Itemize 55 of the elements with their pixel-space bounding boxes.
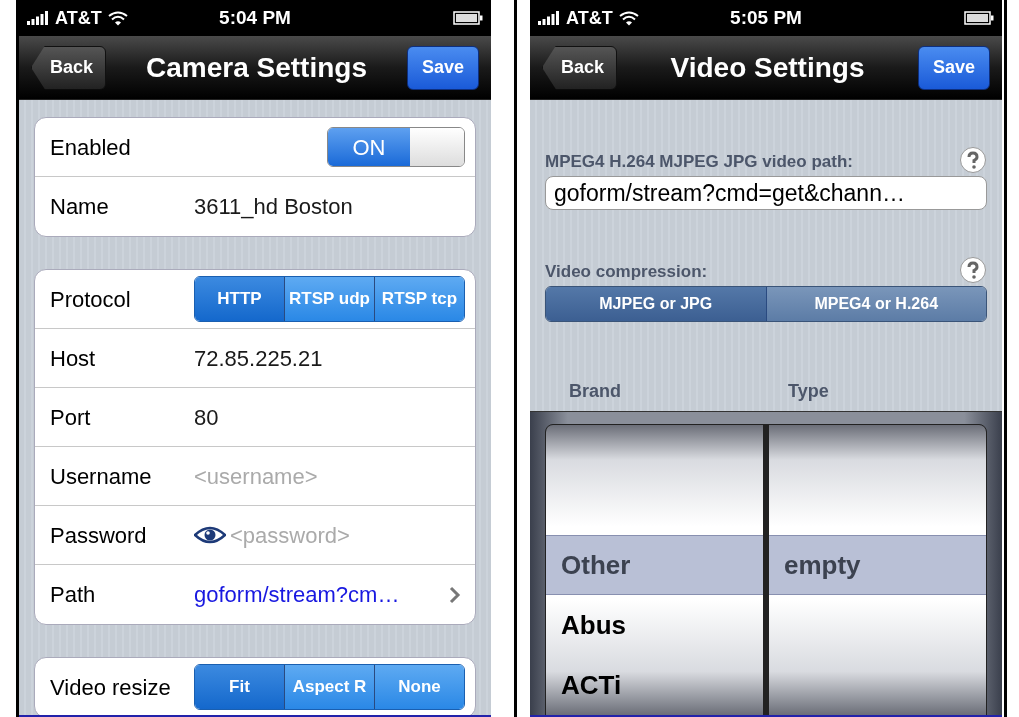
carrier-name: AT&T [55, 6, 102, 30]
chevron-right-icon[interactable] [449, 585, 461, 604]
wifi-icon [107, 10, 128, 26]
compression-label: Video compression: [545, 260, 708, 283]
row-label: Video resize [50, 673, 172, 702]
back-button[interactable]: Back [542, 45, 618, 90]
path-link[interactable]: goform/stream?cm… [194, 578, 400, 611]
row-label: Protocol [50, 285, 132, 314]
battery-icon [453, 11, 483, 25]
picker-item[interactable]: Abus [546, 595, 763, 655]
row-label: Host [50, 344, 97, 373]
eye-icon[interactable] [194, 526, 226, 544]
row-label: Path [50, 581, 97, 609]
segment-option[interactable]: RTSP udp [284, 277, 374, 321]
picker-wheel[interactable]: empty [769, 425, 986, 715]
segment-option[interactable]: Fit [195, 665, 284, 709]
carrier-name: AT&T [566, 6, 613, 30]
segment-option[interactable]: Aspect R [284, 665, 374, 709]
help-icon[interactable] [959, 146, 987, 174]
row-label: Name [50, 193, 110, 221]
row-label: Username [50, 462, 153, 491]
signal-icon [27, 11, 49, 25]
picker-wheel[interactable]: Other Abus ACTi [546, 425, 763, 715]
picker-column-header: Brand [569, 380, 622, 403]
picker-item[interactable]: empty [769, 535, 986, 595]
picker-item[interactable]: ACTi [546, 655, 763, 715]
field-value[interactable]: 72.85.225.21 [194, 341, 323, 375]
row-label: Password [50, 521, 148, 550]
password-field[interactable]: <password> [230, 518, 491, 552]
segment-option[interactable]: RTSP tcp [374, 277, 464, 321]
screen-title: Video Settings [670, 50, 865, 85]
save-button[interactable]: Save [917, 45, 990, 90]
toggle-switch[interactable]: ON [327, 127, 465, 167]
save-button[interactable]: Save [406, 45, 479, 90]
path-input-field[interactable]: goform/stream?cmd=get&chann… [545, 176, 987, 210]
picker-item[interactable]: Other [546, 535, 763, 595]
path-label: MPEG4 H.264 MJPEG JPG video path: [545, 150, 853, 173]
segment-option[interactable]: MJPEG or JPG [546, 287, 766, 321]
clock-time: 5:04 PM [219, 5, 291, 30]
field-value[interactable]: 3611_hd Boston [194, 190, 353, 223]
field-value[interactable]: 80 [194, 400, 219, 434]
screen-title: Camera Settings [146, 50, 367, 85]
segment-option[interactable]: MPEG4 or H.264 [765, 287, 986, 321]
wifi-icon [618, 10, 639, 26]
row-label: Port [50, 403, 92, 432]
segment-option[interactable]: HTTP [195, 277, 284, 321]
back-button[interactable]: Back [31, 45, 107, 90]
clock-time: 5:05 PM [730, 5, 802, 30]
signal-icon [538, 11, 560, 25]
picker-column-header: Type [788, 380, 829, 403]
input-field[interactable]: <username> [194, 459, 482, 493]
battery-icon [964, 11, 994, 25]
help-icon[interactable] [959, 256, 987, 284]
segment-option[interactable]: None [374, 665, 464, 709]
row-label: Enabled [50, 133, 132, 162]
